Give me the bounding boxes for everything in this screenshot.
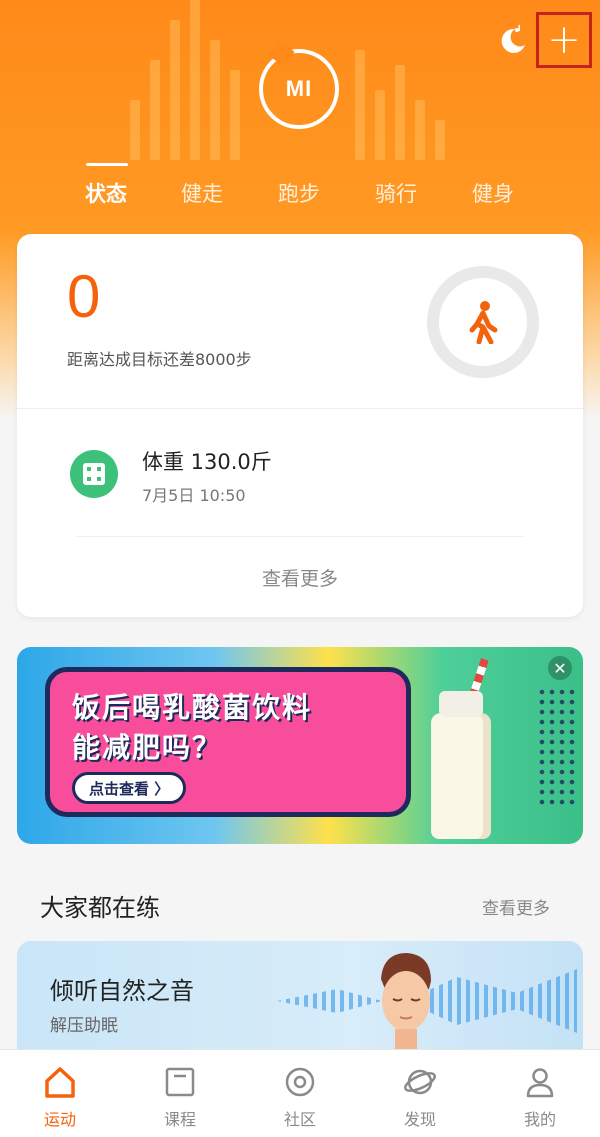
profile-icon bbox=[526, 1068, 554, 1098]
scale-icon bbox=[70, 450, 118, 498]
weight-timestamp: 7月5日 10:50 bbox=[142, 486, 246, 505]
card-divider bbox=[17, 408, 583, 409]
nav-label-profile: 我的 bbox=[523, 1110, 556, 1129]
banner-cta-button[interactable]: 点击查看 〉 bbox=[72, 772, 187, 804]
mi-logo: MI bbox=[259, 49, 339, 129]
tab-status[interactable]: 状态 bbox=[85, 178, 127, 208]
walking-person-icon bbox=[469, 301, 498, 344]
tab-walking[interactable]: 健走 bbox=[181, 178, 223, 208]
banner-title-line2: 能减肥吗？ bbox=[72, 731, 223, 764]
course-subtitle: 解压助眠 bbox=[50, 1016, 118, 1036]
banner-title: 饭后喝乳酸菌饮料 能减肥吗？ bbox=[72, 688, 312, 768]
milk-bottle-graphic bbox=[431, 691, 491, 839]
banner-title-line1: 饭后喝乳酸菌饮料 bbox=[72, 691, 313, 724]
dots-pattern bbox=[537, 687, 577, 807]
nav-item-courses[interactable]: 课程 bbox=[120, 1050, 240, 1137]
weight-value[interactable]: 体重 130.0斤 bbox=[142, 446, 272, 476]
logo-text: MI bbox=[285, 76, 313, 101]
tab-cycling[interactable]: 骑行 bbox=[375, 178, 417, 208]
course-icon bbox=[165, 1067, 195, 1097]
status-card[interactable]: 0 距离达成目标还差8000步 体重 130.0斤 7月5日 10:50 查看更… bbox=[17, 234, 583, 617]
moon-music-icon[interactable] bbox=[494, 22, 530, 58]
plus-icon: + bbox=[547, 17, 581, 63]
nav-item-community[interactable]: 社区 bbox=[240, 1050, 360, 1137]
section-title: 大家都在练 bbox=[40, 894, 160, 922]
nav-item-sports[interactable]: 运动 bbox=[0, 1050, 120, 1137]
sport-tabs: 状态 健走 跑步 骑行 健身 bbox=[0, 160, 600, 220]
section-more-link[interactable]: 查看更多 bbox=[482, 894, 550, 919]
course-title: 倾听自然之音 bbox=[50, 977, 194, 1005]
community-icon bbox=[285, 1067, 315, 1097]
promo-banner[interactable]: 饭后喝乳酸菌饮料 能减肥吗？ 点击查看 〉 ✕ bbox=[17, 647, 583, 844]
steps-count: 0 bbox=[67, 263, 101, 330]
course-card[interactable]: 倾听自然之音 解压助眠 bbox=[17, 941, 583, 1061]
meditating-face-illustration bbox=[381, 953, 431, 1059]
close-icon[interactable]: ✕ bbox=[548, 656, 572, 680]
goal-remaining-text: 距离达成目标还差8000步 bbox=[67, 350, 252, 369]
nav-label-courses: 课程 bbox=[163, 1110, 196, 1129]
bottom-navigation: 运动 课程 社区 发现 我的 bbox=[0, 1049, 600, 1137]
discover-icon bbox=[404, 1069, 436, 1095]
nav-label-discover: 发现 bbox=[403, 1110, 436, 1129]
card-divider-2 bbox=[77, 536, 523, 537]
banner-panel: 饭后喝乳酸菌饮料 能减肥吗？ 点击查看 〉 bbox=[45, 667, 411, 817]
home-icon bbox=[45, 1067, 75, 1098]
tab-fitness[interactable]: 健身 bbox=[472, 178, 514, 208]
nav-label-community: 社区 bbox=[283, 1110, 316, 1129]
tab-indicator bbox=[86, 163, 128, 166]
nav-item-profile[interactable]: 我的 bbox=[480, 1050, 600, 1137]
add-button[interactable]: + bbox=[536, 12, 592, 68]
steps-progress-ring[interactable] bbox=[427, 266, 539, 378]
nav-label-sports: 运动 bbox=[43, 1110, 76, 1129]
view-more-link[interactable]: 查看更多 bbox=[17, 564, 583, 591]
nav-item-discover[interactable]: 发现 bbox=[360, 1050, 480, 1137]
tab-running[interactable]: 跑步 bbox=[278, 178, 320, 208]
